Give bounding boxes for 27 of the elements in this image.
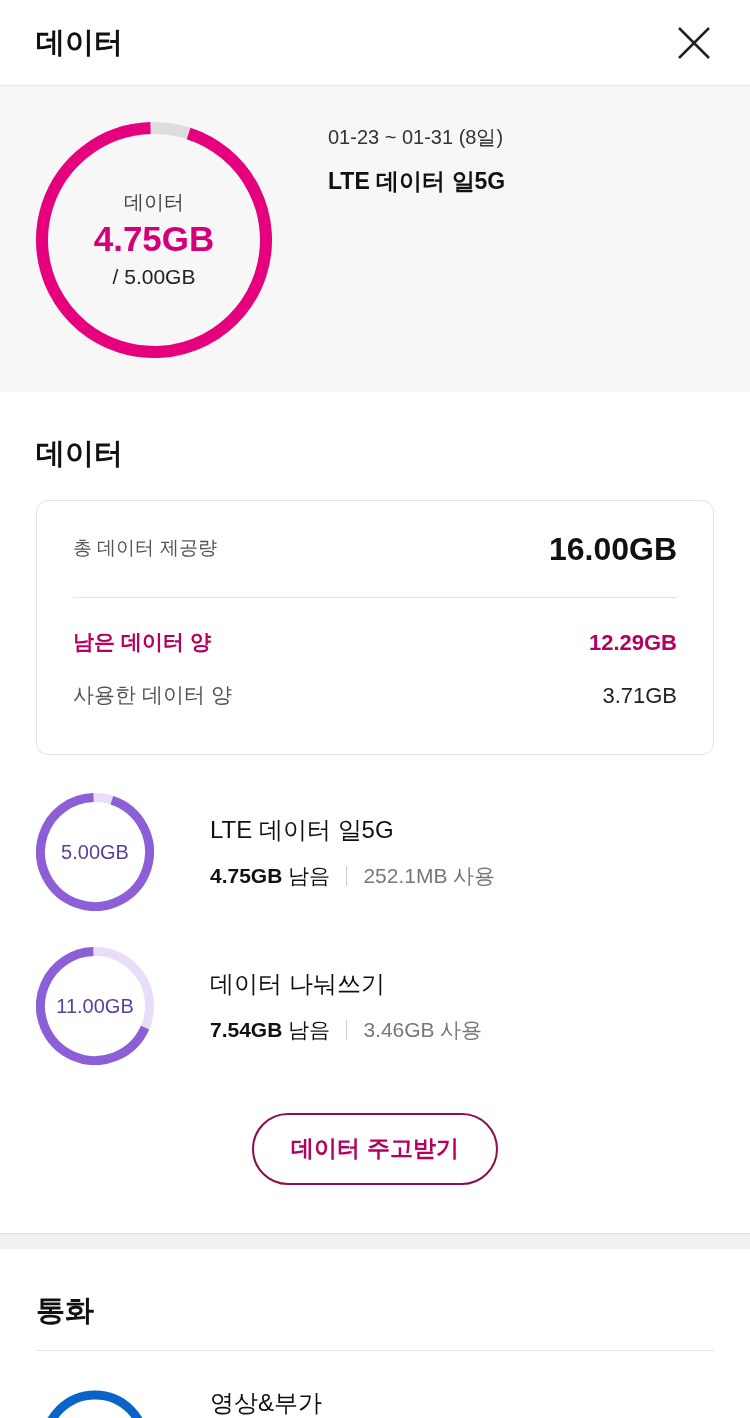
- total-value: 3.71GB: [602, 681, 677, 710]
- total-label: 남은 데이터 양: [73, 629, 211, 656]
- close-icon: [677, 25, 711, 60]
- section-title: 데이터: [36, 436, 124, 471]
- remaining-amount: 4.75GB: [210, 862, 283, 889]
- ring-capacity: 11.00GB: [56, 993, 134, 1019]
- ring-value: 4.75GB: [93, 218, 215, 261]
- plan-name: LTE 데이터 일5G: [328, 167, 506, 196]
- used-amount: 3.46GB 사용: [363, 1016, 483, 1043]
- ring-capacity: 5.00GB: [61, 839, 129, 865]
- page-title: 데이터: [36, 24, 123, 60]
- period-text: 01-23 ~ 01-31 (8일): [328, 125, 505, 150]
- total-value: 12.29GB: [588, 628, 677, 657]
- data-transfer-button[interactable]: 데이터 주고받기: [252, 1112, 498, 1185]
- total-label: 총 데이터 제공량: [73, 536, 217, 561]
- remaining-suffix: 남음: [288, 1016, 331, 1043]
- remaining-suffix: 남음: [288, 862, 331, 889]
- remaining-amount: 7.54GB: [210, 1016, 283, 1043]
- used-amount: 252.1MB 사용: [363, 862, 496, 889]
- total-value: 16.00GB: [548, 529, 677, 569]
- ring-label: 데이터: [124, 190, 184, 216]
- call-item-name: 영상&부가: [210, 1388, 322, 1418]
- section-title: 통화: [36, 1288, 714, 1351]
- plan-name: LTE 데이터 일5G: [210, 814, 395, 845]
- total-label: 사용한 데이터 양: [73, 682, 232, 709]
- plan-name: 데이터 나눠쓰기: [210, 968, 386, 999]
- ring-total: / 5.00GB: [112, 264, 196, 291]
